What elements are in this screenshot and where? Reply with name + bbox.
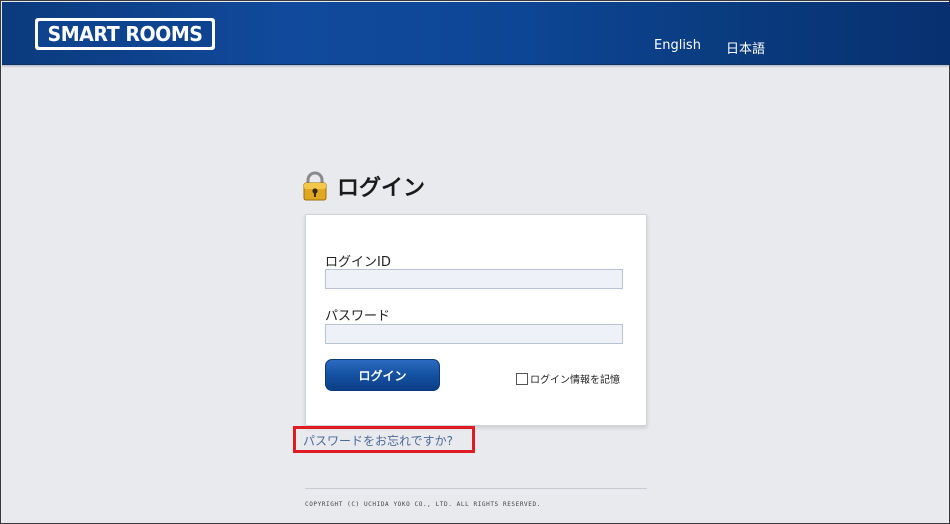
login-id-input[interactable] bbox=[325, 269, 623, 289]
language-english-link[interactable]: English bbox=[654, 38, 701, 53]
remember-checkbox[interactable] bbox=[516, 372, 528, 385]
lock-icon bbox=[303, 171, 327, 201]
header-bar: SMART ROOMS English 日本語 bbox=[2, 2, 950, 68]
login-button[interactable]: ログイン bbox=[325, 359, 440, 391]
language-japanese-link[interactable]: 日本語 bbox=[726, 38, 765, 57]
remember-login[interactable]: ログイン情報を記憶 bbox=[516, 371, 620, 386]
logo-inner: SMART ROOMS bbox=[38, 21, 212, 47]
copyright-text: COPYRIGHT (C) UCHIDA YOKO CO., LTD. ALL … bbox=[305, 501, 541, 508]
page-title: ログイン bbox=[337, 176, 426, 201]
forgot-password-link[interactable]: パスワードをお忘れですか? bbox=[303, 432, 453, 449]
page-frame: SMART ROOMS English 日本語 ログイン ログインID パスワー… bbox=[0, 0, 950, 524]
logo-text: SMART ROOMS bbox=[47, 22, 203, 46]
password-input[interactable] bbox=[325, 324, 623, 344]
password-label: パスワード bbox=[325, 309, 391, 324]
footer-divider bbox=[305, 488, 647, 489]
smart-rooms-logo[interactable]: SMART ROOMS bbox=[35, 18, 215, 50]
page-title-row: ログイン bbox=[303, 169, 425, 203]
remember-label: ログイン情報を記憶 bbox=[530, 375, 620, 386]
login-id-label: ログインID bbox=[325, 255, 391, 270]
login-card: ログインID パスワード ログイン ログイン情報を記憶 bbox=[305, 214, 647, 426]
